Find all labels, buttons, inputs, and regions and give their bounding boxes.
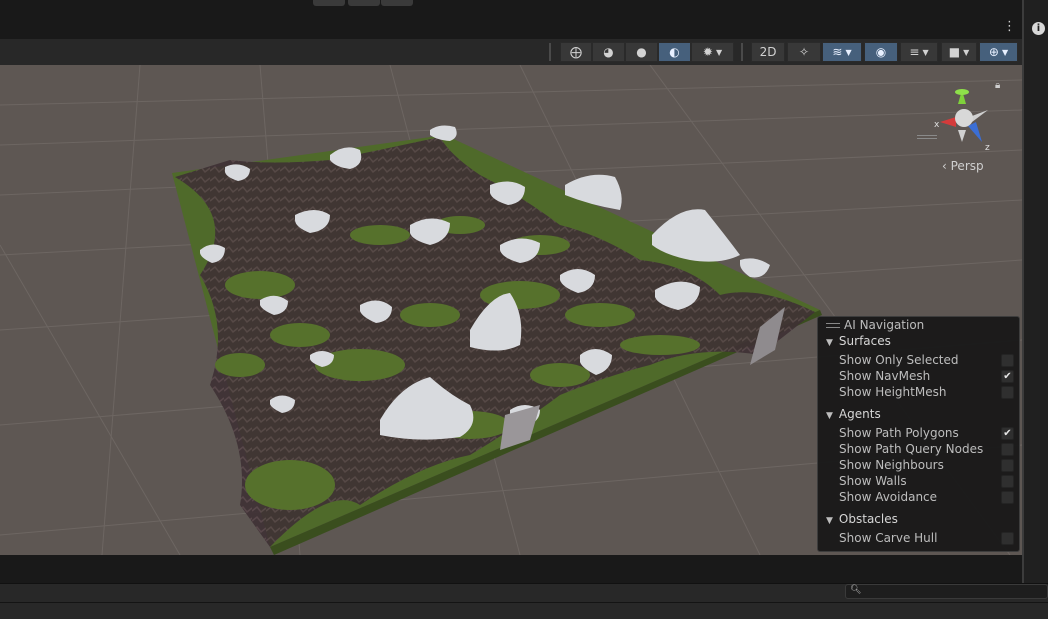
info-icon[interactable]: i [1032,22,1045,35]
option-show-only-selected: Show Only Selected [839,353,1015,367]
drag-handle-icon[interactable] [826,323,840,328]
gizmo-z-axis[interactable] [968,122,982,142]
gizmo-x-label: x [934,120,940,130]
option-label: Show Walls [839,474,907,488]
option-show-neighbours: Show Neighbours [839,458,1015,472]
gizmo-x-axis[interactable] [940,117,956,127]
show-path-polygons-checkbox[interactable]: ✔ [1001,427,1014,440]
panel-title[interactable]: AI Navigation [826,318,924,332]
wireframe-globe-icon[interactable]: ⨁ [560,42,592,62]
camera-dropdown[interactable]: ■ ▼ [941,42,977,62]
layers-icon: ≡ [909,45,920,59]
option-show-navmesh: Show NavMesh ✔ [839,369,1015,383]
chevron-down-icon: ▼ [922,47,929,57]
show-neighbours-checkbox[interactable] [1001,459,1014,472]
show-path-query-nodes-checkbox[interactable] [1001,443,1014,456]
show-navmesh-checkbox[interactable]: ✔ [1001,370,1014,383]
gizmos-dropdown[interactable]: ⊕ ▼ [979,42,1018,62]
section-agents[interactable]: ▼ Agents [826,407,881,421]
step-button[interactable] [381,0,413,6]
2d-toggle-button[interactable]: 2D [751,42,785,62]
option-label: Show Path Query Nodes [839,442,984,456]
show-walls-checkbox[interactable] [1001,475,1014,488]
camera-icon: ■ [948,45,961,59]
toolbar-separator [741,43,743,61]
section-label: Agents [838,407,881,421]
orientation-gizmo[interactable]: x z [922,82,1002,154]
chevron-down-icon: ▼ [845,47,852,57]
projection-label: Persp [950,159,984,173]
search-icon: 🔍︎ [850,585,862,595]
projection-toggle[interactable]: ‹ Persp [942,159,984,173]
option-label: Show Neighbours [839,458,944,472]
divider [0,602,1048,603]
option-label: Show Avoidance [839,490,938,504]
play-button[interactable] [313,0,345,6]
option-show-carve-hull: Show Carve Hull [839,531,1015,545]
more-options-icon[interactable]: ⋮ [1003,18,1016,36]
lighting-toggle-icon[interactable]: ✧ [787,42,821,62]
toolbar-separator [549,43,551,61]
option-label: Show NavMesh [839,369,931,383]
section-obstacles[interactable]: ▼ Obstacles [826,512,898,526]
chevron-down-icon: ▼ [715,47,723,57]
option-label: Show Carve Hull [839,531,938,545]
pause-button[interactable] [348,0,380,6]
ai-navigation-panel: AI Navigation ▼ Surfaces Show Only Select… [817,316,1020,552]
gizmo-layers-dropdown[interactable]: ≋ ▼ [822,42,862,62]
show-carve-hull-checkbox[interactable] [1001,532,1014,545]
option-label: Show Path Polygons [839,426,959,440]
section-label: Obstacles [838,512,898,526]
option-show-heightmesh: Show HeightMesh [839,385,1015,399]
shaded-wireframe-icon[interactable]: ◕ [592,42,625,62]
shaded-sphere-icon[interactable]: ● [625,42,658,62]
show-avoidance-checkbox[interactable] [1001,491,1014,504]
debug-draw-dropdown[interactable]: ✹ ▼ [691,42,734,62]
foldout-arrow-icon: ▼ [826,411,833,421]
foldout-arrow-icon: ▼ [826,516,833,526]
section-label: Surfaces [838,334,891,348]
visibility-eye-icon[interactable]: ◉ [864,42,898,62]
option-show-path-query-nodes: Show Path Query Nodes [839,442,1015,456]
gizmo-z-label: z [985,143,990,153]
show-heightmesh-checkbox[interactable] [1001,386,1014,399]
foldout-arrow-icon: ▼ [826,338,833,348]
panel-title-label: AI Navigation [844,318,925,332]
section-surfaces[interactable]: ▼ Surfaces [826,334,891,348]
layers-dropdown[interactable]: ≡ ▼ [900,42,938,62]
inspector-edge [1022,0,1048,583]
debug-draw-icon: ✹ [702,45,713,59]
gizmos-icon: ⊕ [988,45,999,59]
chevron-down-icon: ▼ [1001,47,1009,57]
top-toolbar [0,0,1048,39]
gizmo-layers-icon: ≋ [832,45,843,59]
bottom-tab-bar [0,555,1022,583]
option-show-path-polygons: Show Path Polygons ✔ [839,426,1015,440]
option-show-avoidance: Show Avoidance [839,490,1015,504]
option-label: Show HeightMesh [839,385,947,399]
option-show-walls: Show Walls [839,474,1015,488]
show-only-selected-checkbox[interactable] [1001,354,1014,367]
render-mode-icon[interactable]: ◐ [658,42,691,62]
option-label: Show Only Selected [839,353,959,367]
console-search-input[interactable]: 🔍︎ [845,584,1048,599]
chevron-down-icon: ▼ [963,47,970,57]
